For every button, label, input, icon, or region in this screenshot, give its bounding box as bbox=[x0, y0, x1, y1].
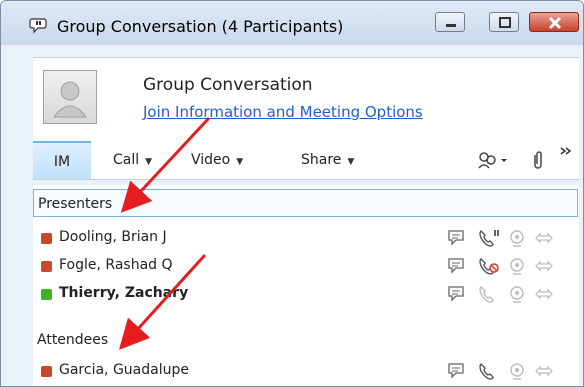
modality-toolbar: IM Call ▼ Video ▼ Share ▼ bbox=[33, 141, 579, 180]
participant-row[interactable]: Thierry, Zachary bbox=[33, 280, 579, 308]
video-icon[interactable] bbox=[507, 256, 527, 276]
participant-row[interactable]: Garcia, Guadalupe bbox=[33, 357, 579, 385]
conversation-title: Group Conversation bbox=[143, 75, 313, 95]
tab-im[interactable]: IM bbox=[33, 141, 91, 179]
maximize-button[interactable] bbox=[489, 12, 519, 32]
transfer-icon[interactable] bbox=[533, 228, 555, 248]
transfer-icon[interactable] bbox=[533, 256, 555, 276]
participant-list: Presenters Dooling, Brian J Fogle, Rasha… bbox=[33, 185, 579, 386]
transfer-icon[interactable] bbox=[533, 284, 555, 304]
tab-video[interactable]: Video ▼ bbox=[191, 141, 243, 179]
minimize-icon bbox=[446, 24, 456, 27]
im-icon[interactable] bbox=[447, 361, 467, 381]
presence-status bbox=[41, 233, 52, 244]
join-info-link[interactable]: Join Information and Meeting Options bbox=[143, 103, 423, 121]
tab-share[interactable]: Share ▼ bbox=[301, 141, 354, 179]
phone-icon[interactable] bbox=[477, 228, 503, 248]
phone-icon[interactable] bbox=[477, 256, 503, 276]
presence-status bbox=[41, 366, 52, 377]
maximize-icon bbox=[499, 17, 511, 28]
group-label: Presenters bbox=[38, 196, 113, 212]
phone-icon[interactable] bbox=[477, 284, 503, 304]
overflow-chevron-icon[interactable] bbox=[559, 145, 573, 159]
avatar bbox=[43, 70, 97, 124]
conversation-window: Group Conversation (4 Participants) Grou… bbox=[0, 0, 584, 387]
group-header-presenters[interactable]: Presenters bbox=[33, 189, 578, 217]
video-icon[interactable] bbox=[507, 228, 527, 248]
chevron-down-icon: ▼ bbox=[347, 157, 355, 167]
im-icon[interactable] bbox=[447, 228, 467, 248]
im-icon[interactable] bbox=[447, 256, 467, 276]
close-button[interactable] bbox=[529, 12, 579, 32]
window-title: Group Conversation (4 Participants) bbox=[57, 17, 344, 36]
tab-call[interactable]: Call ▼ bbox=[113, 141, 152, 179]
participant-row[interactable]: Dooling, Brian J bbox=[33, 224, 579, 252]
tab-call-label: Call bbox=[113, 152, 140, 168]
participant-name: Dooling, Brian J bbox=[59, 229, 167, 245]
participant-name: Fogle, Rashad Q bbox=[59, 257, 173, 273]
app-icon bbox=[29, 18, 47, 34]
phone-icon[interactable] bbox=[477, 361, 503, 381]
attachment-icon[interactable] bbox=[531, 151, 545, 171]
people-options-icon[interactable] bbox=[477, 151, 511, 169]
tab-share-label: Share bbox=[301, 152, 342, 168]
close-icon bbox=[548, 16, 562, 30]
title-bar: Group Conversation (4 Participants) bbox=[1, 1, 583, 45]
video-icon[interactable] bbox=[507, 361, 527, 381]
tab-im-label: IM bbox=[53, 154, 71, 170]
tab-video-label: Video bbox=[191, 152, 231, 168]
presence-status bbox=[41, 261, 52, 272]
transfer-icon[interactable] bbox=[533, 361, 555, 381]
participant-name: Thierry, Zachary bbox=[59, 285, 189, 301]
group-avatar-icon bbox=[53, 81, 87, 118]
video-icon[interactable] bbox=[507, 284, 527, 304]
im-icon[interactable] bbox=[447, 284, 467, 304]
conversation-header: Group Conversation Join Information and … bbox=[33, 57, 579, 142]
participant-name: Garcia, Guadalupe bbox=[59, 362, 189, 378]
participant-row[interactable]: Fogle, Rashad Q bbox=[33, 252, 579, 280]
chevron-down-icon: ▼ bbox=[145, 157, 153, 167]
group-header-attendees[interactable]: Attendees bbox=[33, 326, 578, 354]
minimize-button[interactable] bbox=[435, 12, 465, 32]
chevron-down-icon: ▼ bbox=[236, 157, 244, 167]
presence-status bbox=[41, 289, 52, 300]
group-label: Attendees bbox=[37, 332, 109, 348]
